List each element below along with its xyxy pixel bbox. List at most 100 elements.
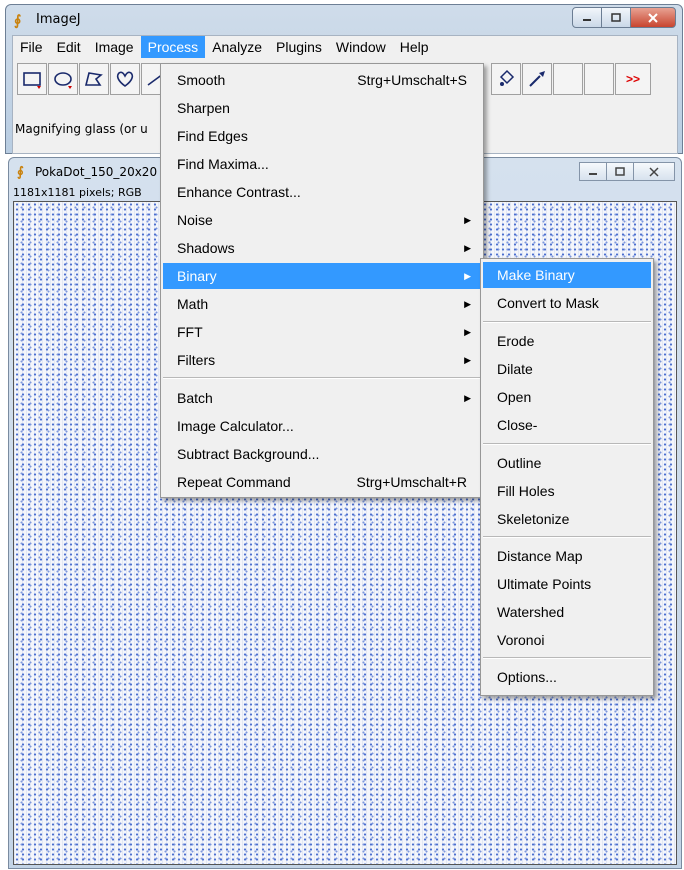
menu-process[interactable]: Process [140,36,206,58]
menu-item-make-binary[interactable]: Make Binary [483,262,651,288]
menu-item-distance-map[interactable]: Distance Map [483,543,651,569]
menu-file[interactable]: File [13,36,50,58]
main-window-controls [572,7,676,28]
oval-tool[interactable] [48,63,78,95]
menu-item-filters[interactable]: Filters ▶ [163,347,481,373]
menu-item-label: Image Calculator... [177,418,294,434]
empty-tool-slot-2[interactable] [584,63,614,95]
menu-image[interactable]: Image [88,36,141,58]
main-titlebar[interactable]: ∮ ImageJ [6,5,682,35]
menu-item-options[interactable]: Options... [483,664,651,690]
menu-item-label: Watershed [497,604,565,620]
polygon-tool-icon [84,72,103,86]
menu-edit[interactable]: Edit [50,36,88,58]
menu-item-math[interactable]: Math ▶ [163,291,481,317]
menu-item-sharpen[interactable]: Sharpen [163,95,481,121]
image-close-button[interactable] [633,162,675,181]
menu-item-skeletonize[interactable]: Skeletonize [483,506,651,532]
menu-item-fft[interactable]: FFT ▶ [163,319,481,345]
menu-item-ultimate-points[interactable]: Ultimate Points [483,571,651,597]
menu-item-subtract-background[interactable]: Subtract Background... [163,441,481,467]
menu-item-shadows[interactable]: Shadows ▶ [163,235,481,261]
menu-item-label: Find Maxima... [177,156,269,172]
menu-item-binary[interactable]: Binary ▶ [163,263,481,289]
submenu-arrow-icon: ▶ [464,242,471,253]
minimize-icon [583,18,591,21]
menu-item-label: Convert to Mask [497,295,599,311]
freehand-tool[interactable] [110,63,140,95]
menu-item-label: Ultimate Points [497,576,592,592]
menu-item-smooth[interactable]: Smooth Strg+Umschalt+S [163,67,481,93]
menu-item-shortcut: Strg+Umschalt+R [356,474,467,490]
menu-item-outline[interactable]: Outline [483,450,651,476]
image-window-title: PokaDot_150_20x20 [35,165,158,179]
menu-item-enhance-contrast[interactable]: Enhance Contrast... [163,179,481,205]
menu-item-label: Close- [497,417,538,433]
toolbar-right: >> [491,63,652,95]
menu-item-find-edges[interactable]: Find Edges [163,123,481,149]
menu-item-dilate[interactable]: Dilate [483,356,651,382]
maximize-icon [611,13,621,22]
submenu-arrow-icon: ▶ [464,270,471,281]
menu-item-label: Filters [177,352,216,368]
image-window-controls [579,162,675,181]
menubar: File Edit Image Process Analyze Plugins … [13,36,677,58]
close-icon [649,166,659,177]
menu-item-label: Smooth [177,72,226,88]
menu-item-repeat-command[interactable]: Repeat Command Strg+Umschalt+R [163,469,481,495]
menu-item-open[interactable]: Open [483,384,651,410]
menu-item-label: Voronoi [497,632,545,648]
image-info: 1181x1181 pixels; RGB [13,186,142,199]
empty-tool-slot-1[interactable] [553,63,583,95]
main-window-title: ImageJ [36,12,81,27]
oval-tool-icon [54,72,72,89]
toolbar [17,63,172,97]
menu-item-label: Outline [497,455,542,471]
menu-window[interactable]: Window [329,36,393,58]
menu-item-close[interactable]: Close- [483,412,651,438]
imagej-app-icon: ∮ [14,12,22,28]
menu-item-label: Binary [177,268,217,284]
rectangle-tool[interactable] [17,63,47,95]
menu-item-batch[interactable]: Batch ▶ [163,385,481,411]
menu-item-convert-to-mask[interactable]: Convert to Mask [483,290,651,316]
maximize-button[interactable] [601,7,631,28]
image-minimize-button[interactable] [579,162,607,181]
minimize-button[interactable] [572,7,602,28]
menu-item-label: Repeat Command [177,474,291,490]
flood-fill-icon [499,69,515,86]
menu-plugins[interactable]: Plugins [269,36,329,58]
close-button[interactable] [630,7,676,28]
process-menu: Smooth Strg+Umschalt+S Sharpen Find Edge… [160,63,484,498]
rectangle-tool-icon [23,72,41,89]
menu-item-label: Sharpen [177,100,230,116]
menu-item-find-maxima[interactable]: Find Maxima... [163,151,481,177]
menu-item-label: Subtract Background... [177,446,320,462]
menu-separator [483,657,651,659]
menu-item-label: Open [497,389,532,405]
image-window-icon: ∮ [17,164,24,179]
close-icon [648,12,658,23]
menu-item-noise[interactable]: Noise ▶ [163,207,481,233]
pick-color-tool[interactable] [522,63,552,95]
menu-item-label: Math [177,296,209,312]
flood-fill-tool[interactable] [491,63,521,95]
menu-item-voronoi[interactable]: Voronoi [483,627,651,653]
menu-item-label: Erode [497,333,535,349]
menu-item-image-calculator[interactable]: Image Calculator... [163,413,481,439]
menu-item-label: Make Binary [497,267,575,283]
menu-item-label: Dilate [497,361,533,377]
menu-help[interactable]: Help [393,36,436,58]
menu-analyze[interactable]: Analyze [205,36,269,58]
menu-item-erode[interactable]: Erode [483,328,651,354]
image-maximize-button[interactable] [606,162,634,181]
submenu-arrow-icon: ▶ [464,392,471,403]
minimize-icon [589,172,597,175]
menu-item-fill-holes[interactable]: Fill Holes [483,478,651,504]
polygon-tool[interactable] [79,63,109,95]
more-tools-button[interactable]: >> [615,63,651,95]
menu-item-label: Batch [177,390,213,406]
pick-color-icon [529,71,545,87]
menu-item-watershed[interactable]: Watershed [483,599,651,625]
status-bar-text: Magnifying glass (or u [15,122,148,136]
